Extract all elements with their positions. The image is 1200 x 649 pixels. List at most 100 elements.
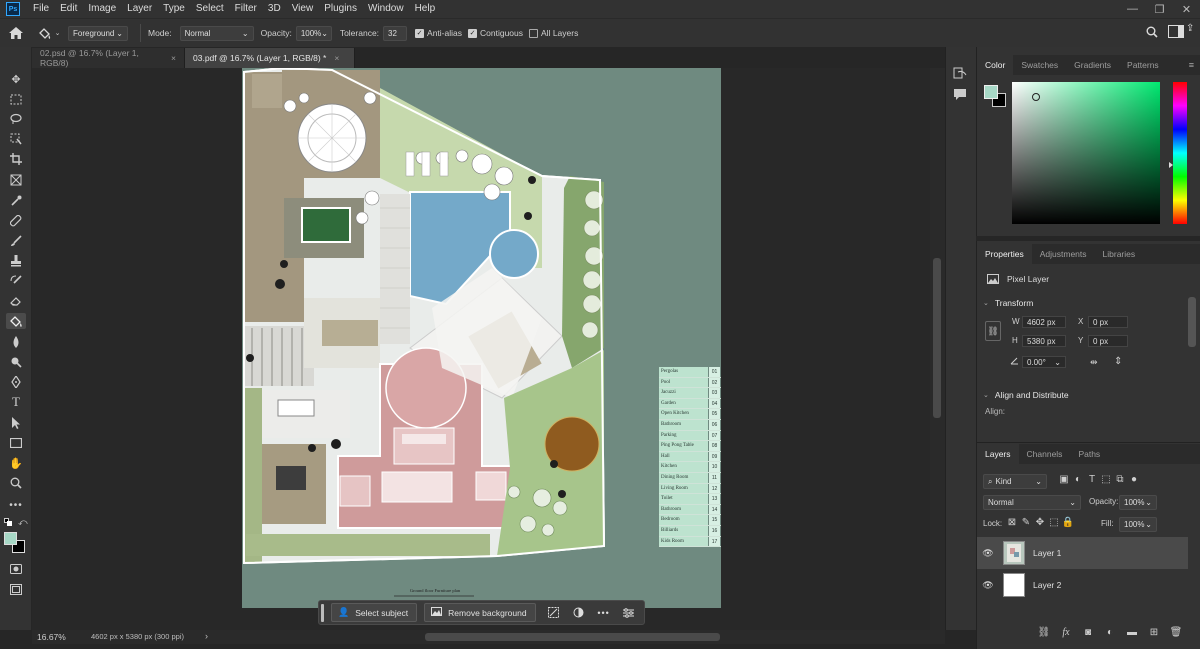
width-field[interactable]: 4602 px xyxy=(1022,316,1066,328)
history-brush-tool-icon[interactable] xyxy=(6,273,26,289)
marquee-tool-icon[interactable] xyxy=(6,91,26,107)
brush-tool-icon[interactable] xyxy=(6,233,26,249)
search-icon[interactable] xyxy=(1146,26,1158,40)
y-field[interactable]: 0 px xyxy=(1088,335,1128,347)
align-distribute-header[interactable]: ⌄ Align and Distribute xyxy=(983,390,1069,400)
tab-swatches[interactable]: Swatches xyxy=(1013,55,1066,75)
rectangle-tool-icon[interactable] xyxy=(6,435,26,451)
paint-bucket-tool-preset-icon[interactable]: ⌄ xyxy=(32,27,66,40)
new-layer-icon[interactable]: ⊞ xyxy=(1147,627,1161,638)
menu-file[interactable]: File xyxy=(28,0,55,18)
close-icon[interactable]: × xyxy=(334,53,339,63)
more-tools-icon[interactable]: ••• xyxy=(6,497,26,513)
frame-tool-icon[interactable] xyxy=(6,172,26,188)
remove-background-button[interactable]: Remove background xyxy=(424,603,536,622)
hue-slider[interactable] xyxy=(1169,82,1187,224)
tab-patterns[interactable]: Patterns xyxy=(1119,55,1167,75)
dodge-tool-icon[interactable] xyxy=(6,354,26,370)
object-selection-tool-icon[interactable] xyxy=(6,131,26,147)
layer-row-layer-2[interactable]: 👁 Layer 2 xyxy=(977,569,1188,601)
history-icon[interactable] xyxy=(953,66,967,82)
link-dimensions-icon[interactable]: ⛓ xyxy=(985,321,1001,341)
lock-transparent-pixels-icon[interactable]: ⊠ xyxy=(1005,517,1019,528)
menu-window[interactable]: Window xyxy=(363,0,410,18)
visibility-eye-icon[interactable]: 👁 xyxy=(977,580,999,591)
move-tool-icon[interactable]: ✥ xyxy=(6,71,26,87)
lock-artboard-icon[interactable]: ⬚ xyxy=(1047,517,1061,528)
close-icon[interactable]: ✕ xyxy=(1173,0,1200,18)
color-picker-field[interactable] xyxy=(1012,82,1160,224)
filter-smart-object-icon[interactable]: ⧉ xyxy=(1113,474,1127,485)
fill-source-dropdown[interactable]: Foreground ⌄ xyxy=(68,25,128,41)
x-field[interactable]: 0 px xyxy=(1088,316,1128,328)
menu-select[interactable]: Select xyxy=(191,0,230,18)
foreground-color-chip[interactable] xyxy=(984,85,998,99)
lock-position-icon[interactable]: ✥ xyxy=(1033,517,1047,528)
filter-pixel-icon[interactable]: ▣ xyxy=(1057,474,1071,485)
visibility-eye-icon[interactable]: 👁 xyxy=(977,548,999,559)
eraser-tool-icon[interactable] xyxy=(6,293,26,309)
foreground-color-swatch[interactable] xyxy=(4,532,17,545)
tab-02-psd[interactable]: 02.psd @ 16.7% (Layer 1, RGB/8) × xyxy=(32,48,185,68)
filter-type-icon[interactable]: T xyxy=(1085,474,1099,485)
more-options-icon[interactable]: ••• xyxy=(593,603,615,622)
crop-tool-icon[interactable] xyxy=(6,151,26,167)
tab-color[interactable]: Color xyxy=(977,55,1014,75)
menu-image[interactable]: Image xyxy=(83,0,122,18)
panel-scrollbar[interactable] xyxy=(1188,297,1196,347)
tab-properties[interactable]: Properties xyxy=(977,244,1032,264)
eyedropper-tool-icon[interactable] xyxy=(6,193,26,209)
all-layers-checkbox[interactable]: All Layers xyxy=(529,28,582,38)
contiguous-checkbox[interactable]: ✓ Contiguous xyxy=(468,28,527,38)
adjustment-icon[interactable] xyxy=(568,603,590,622)
tab-libraries[interactable]: Libraries xyxy=(1095,244,1144,264)
default-colors-icon[interactable] xyxy=(4,518,12,526)
minimize-icon[interactable]: — xyxy=(1119,0,1146,18)
restore-icon[interactable]: ❐ xyxy=(1146,0,1173,18)
tab-layers[interactable]: Layers xyxy=(977,444,1019,464)
swap-colors-icon[interactable]: ⤺ xyxy=(18,517,28,528)
transform-header[interactable]: ⌄ Transform xyxy=(983,298,1033,308)
vertical-scrollbar[interactable] xyxy=(930,68,945,630)
document-canvas[interactable]: Ground floor Furniture plan Pergolas 01 Po… xyxy=(242,68,721,608)
workspace-icon[interactable] xyxy=(1168,25,1184,40)
type-tool-icon[interactable]: T xyxy=(6,394,26,410)
layer-filter-kind-dropdown[interactable]: ⌕ Kind ⌄ xyxy=(983,474,1047,489)
menu-3d[interactable]: 3D xyxy=(263,0,287,18)
anti-alias-checkbox[interactable]: ✓ Anti-alias xyxy=(415,28,466,38)
menu-type[interactable]: Type xyxy=(158,0,191,18)
add-mask-icon[interactable]: ◙ xyxy=(1081,627,1095,638)
height-field[interactable]: 5380 px xyxy=(1022,335,1066,347)
scrollbar-thumb[interactable] xyxy=(933,258,941,418)
scrollbar-thumb[interactable] xyxy=(425,633,720,641)
hue-slider-marker[interactable] xyxy=(1169,162,1173,168)
tab-03-pdf[interactable]: 03.pdf @ 16.7% (Layer 1, RGB/8) * × xyxy=(185,48,355,68)
clone-stamp-tool-icon[interactable] xyxy=(6,253,26,269)
tab-channels[interactable]: Channels xyxy=(1019,444,1071,464)
tab-paths[interactable]: Paths xyxy=(1070,444,1108,464)
share-icon[interactable]: ⇪ xyxy=(1186,23,1194,34)
lasso-tool-icon[interactable] xyxy=(6,111,26,127)
healing-brush-tool-icon[interactable] xyxy=(6,213,26,229)
layer-row-layer-1[interactable]: 👁 Layer 1 xyxy=(977,537,1188,569)
filter-adjustment-icon[interactable]: ◐ xyxy=(1071,474,1085,485)
pen-tool-icon[interactable] xyxy=(6,374,26,390)
menu-layer[interactable]: Layer xyxy=(122,0,158,18)
fill-field[interactable]: 100% ⌄ xyxy=(1119,517,1157,532)
new-group-icon[interactable]: ▬ xyxy=(1125,627,1139,638)
lock-all-icon[interactable]: 🔒 xyxy=(1061,517,1075,528)
zoom-level[interactable]: 16.67% xyxy=(37,632,66,642)
flip-vertical-icon[interactable]: ⇕ xyxy=(1114,356,1122,367)
screen-mode-icon[interactable] xyxy=(6,581,26,597)
close-icon[interactable]: × xyxy=(171,53,176,63)
chevron-right-icon[interactable]: › xyxy=(205,631,208,641)
select-subject-button[interactable]: 👤 Select subject xyxy=(331,603,418,622)
blend-mode-dropdown[interactable]: Normal ⌄ xyxy=(983,495,1081,510)
delete-layer-icon[interactable]: 🗑 xyxy=(1169,627,1183,638)
menu-help[interactable]: Help xyxy=(410,0,442,18)
tolerance-field[interactable]: 32 xyxy=(383,25,408,41)
flip-horizontal-icon[interactable]: ⇹ xyxy=(1090,357,1098,368)
filter-toggle-icon[interactable]: ● xyxy=(1127,474,1141,485)
drag-handle-icon[interactable] xyxy=(321,604,324,622)
filter-shape-icon[interactable]: ⬚ xyxy=(1099,474,1113,485)
